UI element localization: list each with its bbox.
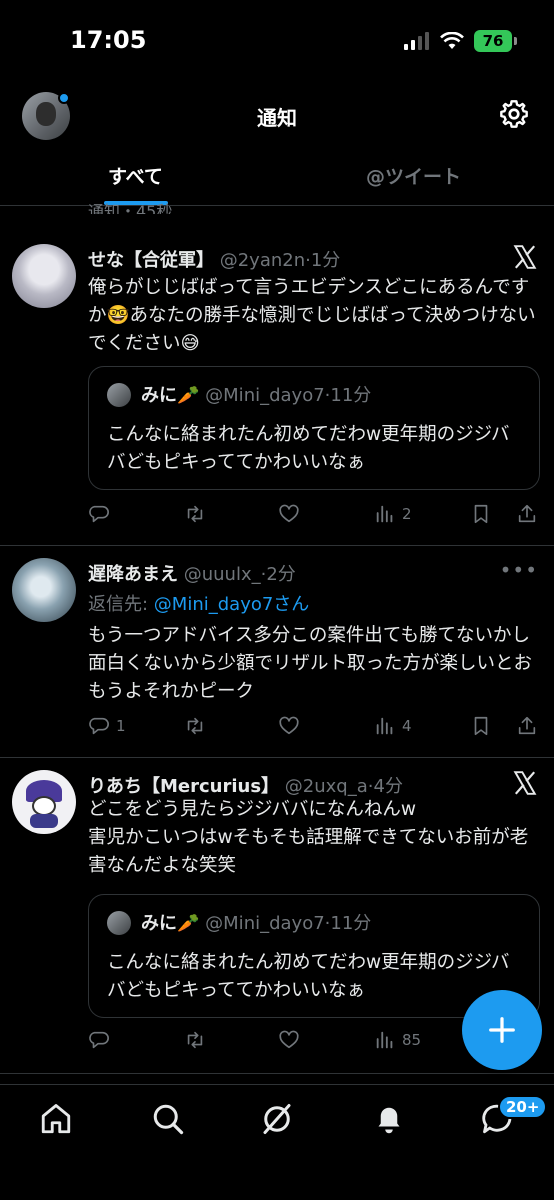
handle-time: @2uxq_a·4分 [284, 776, 403, 797]
bookmark-button[interactable] [470, 498, 492, 530]
tweet[interactable]: 遅降あまえ @uuulx_·2分 ••• 返信先: @Mini_dayo7さん … [0, 546, 554, 758]
views-icon [376, 505, 393, 523]
quoted-tweet[interactable]: みに🥕 @Mini_dayo7·11分 こんなに絡まれたん初めてだわw更年期のジ… [88, 894, 540, 1018]
share-icon [518, 504, 536, 523]
avatar[interactable] [12, 558, 76, 622]
notification-tabs: すべて @ツイート [0, 148, 554, 206]
handle-time: @uuulx_·2分 [183, 564, 296, 585]
retweet-button[interactable] [184, 498, 212, 530]
header: 通知 [0, 84, 554, 148]
bookmark-button[interactable] [470, 710, 492, 742]
avatar[interactable] [12, 244, 76, 308]
tweet-header: 遅降あまえ @uuulx_·2分 [88, 560, 494, 586]
tweet-text: どこをどう見たらジジババになんねんw 害児かこいつはwそもそも話理解できてないお… [88, 796, 536, 880]
share-button[interactable] [516, 710, 538, 742]
tab-all[interactable]: すべて [108, 162, 163, 189]
grok-icon[interactable] [259, 1101, 295, 1137]
tweet-text-line: 害児かこいつはwそもそも話理解できてないお前が老害なんだよな笑笑 [88, 827, 529, 876]
views-button[interactable]: 2 [374, 498, 412, 530]
avatar[interactable] [12, 770, 76, 834]
battery-indicator: 76 [474, 30, 517, 52]
quote-header: みに🥕 @Mini_dayo7·11分 [141, 381, 371, 407]
compose-button[interactable] [462, 990, 542, 1070]
tweet[interactable]: せな【合従軍】 @2yan2n·1分 俺らがじじばばって言うエビデンスどこにある… [0, 232, 554, 546]
tab-mentions[interactable]: @ツイート [366, 162, 461, 189]
battery-level: 76 [482, 32, 504, 50]
quote-text: こんなに絡まれたん初めてだわw更年期のジジババどもピキっててかわいいなぁ [107, 952, 510, 1001]
compose-icon [489, 1017, 515, 1043]
like-button[interactable] [278, 1024, 306, 1056]
home-icon[interactable] [38, 1101, 74, 1137]
tweet-actions: 1 4 [88, 710, 540, 742]
display-name[interactable]: りあち【Mercurius】 [88, 776, 279, 797]
bell-icon[interactable] [371, 1101, 407, 1137]
like-button[interactable] [278, 710, 306, 742]
reply-icon [89, 717, 109, 735]
status-bar: 17:05 76 [0, 0, 554, 84]
signal-icon [404, 32, 429, 50]
reply-button[interactable] [88, 498, 116, 530]
retweet-icon [187, 505, 203, 523]
settings-icon[interactable] [498, 98, 530, 130]
display-name[interactable]: 遅降あまえ [88, 564, 178, 585]
reply-icon [89, 1031, 109, 1049]
retweet-icon [187, 717, 203, 735]
reply-handle-link[interactable]: @Mini_dayo7さん [154, 594, 310, 615]
bookmark-icon [474, 504, 488, 524]
reply-icon [89, 505, 109, 523]
x-logo-icon [513, 771, 537, 795]
previous-item-meta: 通知・45秒 [88, 202, 173, 214]
status-time: 17:05 [70, 26, 147, 54]
quoted-tweet[interactable]: みに🥕 @Mini_dayo7·11分 こんなに絡まれたん初めてだわw更年期のジ… [88, 366, 540, 490]
quote-text: こんなに絡まれたん初めてだわw更年期のジジババどもピキっててかわいいなぁ [107, 424, 510, 473]
reply-prefix: 返信先: [88, 594, 154, 615]
share-button[interactable] [516, 498, 538, 530]
retweet-icon [187, 1031, 203, 1049]
like-icon [279, 716, 299, 735]
reply-button[interactable]: 1 [88, 710, 126, 742]
reply-count: 1 [116, 717, 126, 735]
wifi-icon [440, 32, 464, 49]
tweet-text-content: 俺らがじじばばって言うエビデンスどこにあるんですか🤓あなたの勝手な憶測でじじばば… [88, 277, 536, 354]
tweet-header: りあち【Mercurius】 @2uxq_a·4分 [88, 772, 494, 798]
view-count: 85 [402, 1031, 422, 1049]
tweet-text-line: どこをどう見たらジジババになんねんw [88, 799, 416, 820]
tweet-actions: 2 [88, 498, 540, 530]
reply-context: 返信先: @Mini_dayo7さん [88, 590, 309, 616]
more-options-icon[interactable]: ••• [500, 558, 538, 582]
like-icon [279, 504, 299, 523]
retweet-button[interactable] [184, 710, 212, 742]
view-count: 2 [402, 505, 412, 523]
quote-display-name: みに🥕 [141, 385, 200, 406]
bottom-navigation: 20+ [0, 1084, 554, 1200]
quote-avatar [107, 383, 131, 407]
views-button[interactable]: 4 [374, 710, 412, 742]
like-icon [279, 1030, 299, 1049]
quote-handle-time: @Mini_dayo7·11分 [205, 385, 372, 406]
like-button[interactable] [278, 498, 306, 530]
quote-avatar [107, 911, 131, 935]
views-icon [376, 1031, 393, 1049]
reply-button[interactable] [88, 1024, 116, 1056]
views-icon [376, 717, 393, 735]
page-title: 通知 [257, 106, 297, 130]
quote-handle-time: @Mini_dayo7·11分 [205, 913, 372, 934]
status-indicators: 76 [404, 30, 517, 52]
quote-header: みに🥕 @Mini_dayo7·11分 [141, 909, 371, 935]
tweet-text: 俺らがじじばばって言うエビデンスどこにあるんですか🤓あなたの勝手な憶測でじじばば… [88, 248, 536, 358]
quote-display-name: みに🥕 [141, 913, 200, 934]
share-icon [518, 716, 536, 735]
view-count: 4 [402, 717, 412, 735]
views-button[interactable]: 85 [374, 1024, 421, 1056]
messages-badge: 20+ [498, 1095, 548, 1119]
search-icon[interactable] [150, 1101, 186, 1137]
tweet-text: もう一つアドバイス多分この案件出ても勝てないかし面白くないから少額でリザルト取っ… [88, 625, 533, 702]
retweet-button[interactable] [184, 1024, 212, 1056]
bookmark-icon [474, 716, 488, 736]
